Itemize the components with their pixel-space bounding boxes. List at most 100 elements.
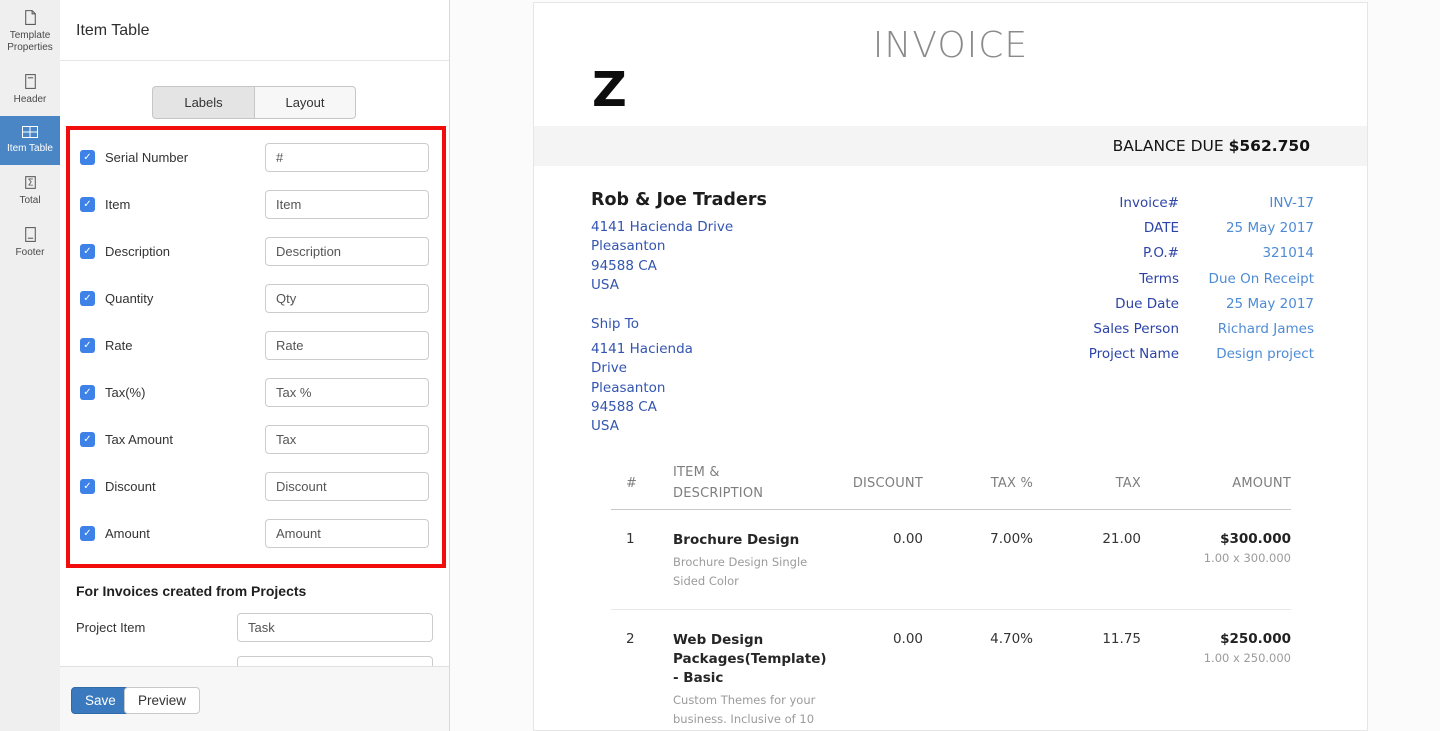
invoice-meta: Invoice# INV-17 DATE 25 May 2017 P.O.# 3… xyxy=(1039,190,1314,437)
table-row: 1 Brochure Design Brochure Design Single… xyxy=(611,510,1291,610)
meta-value: Richard James xyxy=(1179,321,1314,337)
meta-label: Terms xyxy=(1039,271,1179,287)
row-amount-cell: $250.000 1.00 x 250.000 xyxy=(1141,631,1291,729)
labels-layout-tabs: Labels Layout xyxy=(152,86,356,119)
balance-due-bar: BALANCE DUE $562.750 xyxy=(534,126,1367,166)
tax-percent-checkbox[interactable] xyxy=(80,385,95,400)
sidebar-item-header[interactable]: Header xyxy=(0,64,60,116)
meta-value: Due On Receipt xyxy=(1179,271,1314,287)
discount-checkbox[interactable] xyxy=(80,479,95,494)
balance-due-label: BALANCE DUE xyxy=(1113,137,1224,155)
quantity-label-input[interactable] xyxy=(265,284,429,313)
row-tax-percent: 7.00% xyxy=(923,531,1033,591)
address-line: Pleasanton xyxy=(591,237,831,256)
amount-checkbox[interactable] xyxy=(80,526,95,541)
item-name: Brochure Design xyxy=(673,531,823,550)
project-item-label: Project Item xyxy=(76,620,145,635)
meta-value: 25 May 2017 xyxy=(1179,296,1314,312)
meta-value: 321014 xyxy=(1179,245,1314,261)
field-row-serial-number: Serial Number xyxy=(80,134,429,181)
shipping-address: 4141 Hacienda Drive Pleasanton 94588 CA … xyxy=(591,340,831,436)
field-row-tax-percent: Tax(%) xyxy=(80,369,429,416)
field-label: Rate xyxy=(105,338,265,353)
address-line: 4141 Hacienda Drive xyxy=(591,218,831,237)
row-qty-rate: 1.00 x 250.000 xyxy=(1141,651,1291,665)
field-row-discount: Discount xyxy=(80,463,429,510)
col-header-discount: DISCOUNT xyxy=(845,476,923,491)
col-header-tax: TAX xyxy=(1033,476,1141,491)
item-label-input[interactable] xyxy=(265,190,429,219)
invoice-addresses-and-meta: Rob & Joe Traders 4141 Hacienda Drive Pl… xyxy=(591,190,1314,437)
divider xyxy=(60,60,449,61)
row-discount: 0.00 xyxy=(845,531,923,591)
sidebar-item-label: Template Properties xyxy=(2,30,58,54)
customer-name: Rob & Joe Traders xyxy=(591,190,831,210)
items-table-header: # ITEM & DESCRIPTION DISCOUNT TAX % TAX … xyxy=(611,457,1291,510)
meta-row-date: DATE 25 May 2017 xyxy=(1039,215,1314,240)
item-table-icon xyxy=(21,125,39,139)
item-name: Web Design Packages(Template) - Basic xyxy=(673,631,823,688)
field-label: Item xyxy=(105,197,265,212)
discount-label-input[interactable] xyxy=(265,472,429,501)
meta-value: 25 May 2017 xyxy=(1179,220,1314,236)
highlighted-fields-region: Serial Number Item Description Quantity … xyxy=(66,126,446,568)
serial-number-label-input[interactable] xyxy=(265,143,429,172)
panel-title: Item Table xyxy=(76,22,150,40)
row-item-cell: Web Design Packages(Template) - Basic Cu… xyxy=(673,631,845,729)
row-serial: 1 xyxy=(611,531,673,591)
meta-row-terms: Terms Due On Receipt xyxy=(1039,266,1314,291)
col-header-item-description: ITEM & DESCRIPTION xyxy=(673,462,788,504)
tab-labels[interactable]: Labels xyxy=(152,86,254,119)
address-line: Drive xyxy=(591,359,831,378)
rate-checkbox[interactable] xyxy=(80,338,95,353)
panel-footer: Save Preview xyxy=(60,666,449,731)
sidebar-item-item-table[interactable]: Item Table xyxy=(0,116,60,165)
projects-section-heading: For Invoices created from Projects xyxy=(76,583,306,599)
address-line: USA xyxy=(591,417,831,436)
row-amount: $300.000 xyxy=(1141,531,1291,547)
field-label: Discount xyxy=(105,479,265,494)
preview-button[interactable]: Preview xyxy=(124,687,200,714)
sidebar-item-template-properties[interactable]: Template Properties xyxy=(0,0,60,64)
description-checkbox[interactable] xyxy=(80,244,95,259)
quantity-checkbox[interactable] xyxy=(80,291,95,306)
meta-row-po-number: P.O.# 321014 xyxy=(1039,241,1314,266)
save-button[interactable]: Save xyxy=(71,687,130,714)
tax-amount-label-input[interactable] xyxy=(265,425,429,454)
header-icon xyxy=(22,73,39,90)
invoice-title: INVOICE xyxy=(534,25,1367,66)
sidebar-item-footer[interactable]: Footer xyxy=(0,217,60,269)
billing-address: 4141 Hacienda Drive Pleasanton 94588 CA … xyxy=(591,218,831,295)
description-label-input[interactable] xyxy=(265,237,429,266)
address-line: Pleasanton xyxy=(591,379,831,398)
tab-layout[interactable]: Layout xyxy=(254,86,356,119)
meta-label: Due Date xyxy=(1039,296,1179,312)
meta-row-due-date: Due Date 25 May 2017 xyxy=(1039,291,1314,316)
field-row-amount: Amount xyxy=(80,510,429,557)
field-label: Quantity xyxy=(105,291,265,306)
serial-number-checkbox[interactable] xyxy=(80,150,95,165)
amount-label-input[interactable] xyxy=(265,519,429,548)
field-label: Amount xyxy=(105,526,265,541)
sidebar-item-label: Item Table xyxy=(7,143,53,155)
company-logo: Z xyxy=(592,67,627,113)
tax-amount-checkbox[interactable] xyxy=(80,432,95,447)
sidebar-item-label: Header xyxy=(14,94,47,106)
row-tax-percent: 4.70% xyxy=(923,631,1033,729)
tax-percent-label-input[interactable] xyxy=(265,378,429,407)
row-amount-cell: $300.000 1.00 x 300.000 xyxy=(1141,531,1291,591)
row-serial: 2 xyxy=(611,631,673,729)
meta-label: DATE xyxy=(1039,220,1179,236)
field-label: Tax(%) xyxy=(105,385,265,400)
meta-value: Design project xyxy=(1179,346,1314,362)
address-line: 94588 CA xyxy=(591,257,831,276)
col-header-amount: AMOUNT xyxy=(1141,476,1291,491)
item-checkbox[interactable] xyxy=(80,197,95,212)
rate-label-input[interactable] xyxy=(265,331,429,360)
project-item-input[interactable] xyxy=(237,613,433,642)
meta-label: Invoice# xyxy=(1039,195,1179,211)
total-icon: Σ xyxy=(22,174,39,191)
template-sections-sidebar: Template Properties Header Item Table Σ … xyxy=(0,0,60,731)
sidebar-item-total[interactable]: Σ Total xyxy=(0,165,60,217)
meta-label: Project Name xyxy=(1039,346,1179,362)
